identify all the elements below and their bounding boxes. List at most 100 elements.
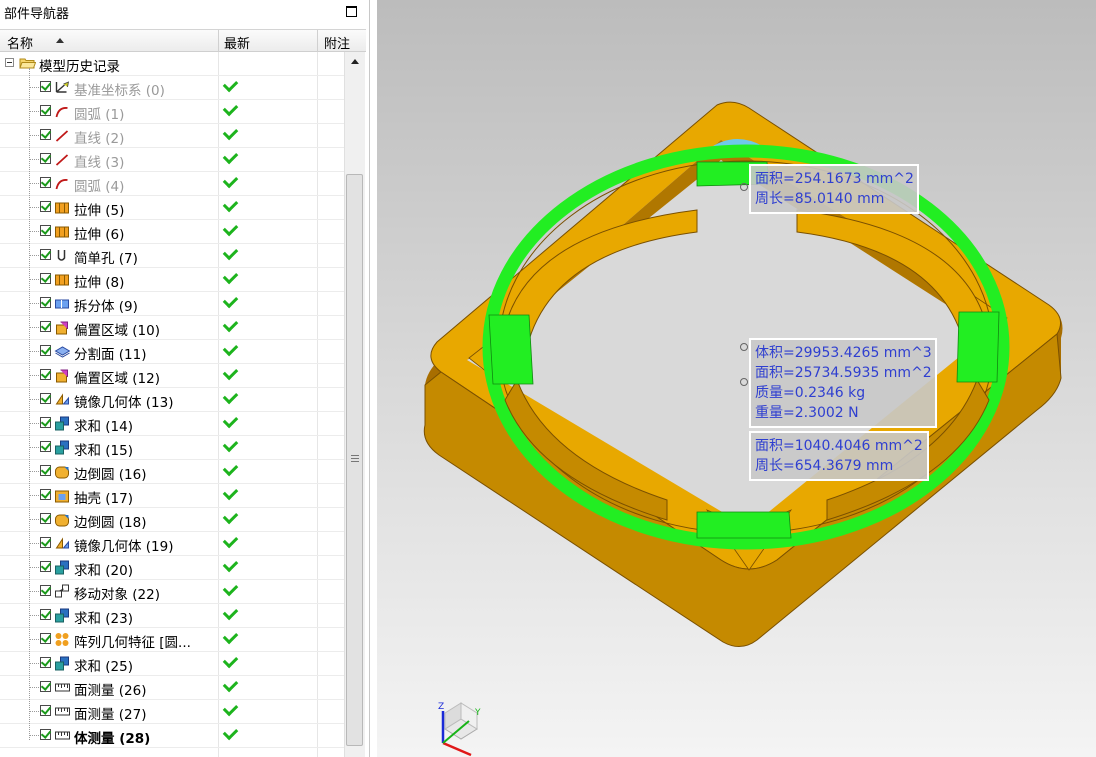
- tree-item[interactable]: 求和 (20): [0, 556, 344, 580]
- visibility-checkbox[interactable]: [40, 729, 51, 740]
- up-to-date-check-icon: [222, 556, 239, 573]
- tree-item-label: 镜像几何体 (13): [74, 395, 174, 411]
- tree-item-label: 拉伸 (5): [74, 203, 125, 219]
- column-name[interactable]: 名称: [7, 33, 33, 52]
- tree-item-label: 简单孔 (7): [74, 251, 138, 267]
- visibility-checkbox[interactable]: [40, 537, 51, 548]
- tree-item-label: 直线 (2): [74, 131, 125, 147]
- tree-item-label: 拆分体 (9): [74, 299, 138, 315]
- up-to-date-check-icon: [222, 316, 239, 333]
- visibility-checkbox[interactable]: [40, 177, 51, 188]
- up-to-date-check-icon: [222, 412, 239, 429]
- up-to-date-check-icon: [222, 148, 239, 165]
- divide-face-icon: [54, 346, 70, 358]
- visibility-checkbox[interactable]: [40, 609, 51, 620]
- visibility-checkbox[interactable]: [40, 393, 51, 404]
- tree-item[interactable]: 分割面 (11): [0, 340, 344, 364]
- tree-item[interactable]: 直线 (3): [0, 148, 344, 172]
- visibility-checkbox[interactable]: [40, 201, 51, 212]
- tree-item-label: 求和 (14): [74, 419, 134, 435]
- tree-item[interactable]: 拆分体 (9): [0, 292, 344, 316]
- part-model[interactable]: [377, 0, 1096, 757]
- navigator-title: 部件导航器: [4, 7, 70, 22]
- tree-item[interactable]: 求和 (15): [0, 436, 344, 460]
- edge-blend-icon: [55, 466, 69, 479]
- tree-item[interactable]: 圆弧 (1): [0, 100, 344, 124]
- tree-item[interactable]: 直线 (2): [0, 124, 344, 148]
- visibility-checkbox[interactable]: [40, 489, 51, 500]
- tree-item-label: 圆弧 (4): [74, 179, 125, 195]
- visibility-checkbox[interactable]: [40, 441, 51, 452]
- tree-item[interactable]: 面测量 (27): [0, 700, 344, 724]
- visibility-checkbox[interactable]: [40, 225, 51, 236]
- visibility-checkbox[interactable]: [40, 417, 51, 428]
- measure-origin-marker: [740, 183, 748, 191]
- face-measure-label[interactable]: 面积=1040.4046 mm^2 周长=654.3679 mm: [749, 431, 929, 481]
- graphics-viewport[interactable]: 面积=254.1673 mm^2 周长=85.0140 mm 体积=29953.…: [377, 0, 1096, 757]
- tree-item[interactable]: 抽壳 (17): [0, 484, 344, 508]
- up-to-date-check-icon: [222, 484, 239, 501]
- triad-z-label: Z: [438, 702, 444, 712]
- visibility-checkbox[interactable]: [40, 465, 51, 476]
- column-attach[interactable]: 附注: [324, 33, 350, 52]
- up-to-date-check-icon: [222, 532, 239, 549]
- tree-item[interactable]: 移动对象 (22): [0, 580, 344, 604]
- visibility-checkbox[interactable]: [40, 105, 51, 116]
- column-latest[interactable]: 最新: [224, 33, 250, 52]
- tree-root-model-history[interactable]: 模型历史记录: [0, 52, 344, 76]
- visibility-checkbox[interactable]: [40, 633, 51, 644]
- tree-item[interactable]: 圆弧 (4): [0, 172, 344, 196]
- measure-origin-marker: [740, 343, 748, 351]
- top-face-measure-label[interactable]: 面积=254.1673 mm^2 周长=85.0140 mm: [749, 164, 919, 214]
- up-to-date-check-icon: [222, 292, 239, 309]
- tree-item-label: 移动对象 (22): [74, 587, 161, 603]
- maximize-icon[interactable]: [346, 6, 357, 17]
- extrude-icon: [55, 274, 69, 286]
- tree-item[interactable]: 体测量 (28): [0, 724, 344, 748]
- visibility-checkbox[interactable]: [40, 681, 51, 692]
- up-to-date-check-icon: [222, 268, 239, 285]
- up-to-date-check-icon: [222, 340, 239, 357]
- body-measure-label[interactable]: 体积=29953.4265 mm^3 面积=25734.5935 mm^2 质量…: [749, 338, 937, 428]
- collapse-icon[interactable]: [5, 58, 14, 67]
- tree-item[interactable]: 偏置区域 (10): [0, 316, 344, 340]
- tree-item-label: 圆弧 (1): [74, 107, 125, 123]
- visibility-checkbox[interactable]: [40, 153, 51, 164]
- visibility-checkbox[interactable]: [40, 81, 51, 92]
- visibility-checkbox[interactable]: [40, 561, 51, 572]
- scroll-up-icon[interactable]: [351, 59, 359, 64]
- visibility-checkbox[interactable]: [40, 273, 51, 284]
- tree-item[interactable]: 面测量 (26): [0, 676, 344, 700]
- tree-item[interactable]: 偏置区域 (12): [0, 364, 344, 388]
- visibility-checkbox[interactable]: [40, 705, 51, 716]
- tree-item[interactable]: 求和 (23): [0, 604, 344, 628]
- visibility-checkbox[interactable]: [40, 129, 51, 140]
- tree-item[interactable]: 阵列几何特征 [圆...: [0, 628, 344, 652]
- tree-item[interactable]: 简单孔 (7): [0, 244, 344, 268]
- tree-item[interactable]: 拉伸 (6): [0, 220, 344, 244]
- sort-ascending-icon[interactable]: [56, 38, 64, 43]
- tree-item[interactable]: 拉伸 (8): [0, 268, 344, 292]
- tree-item[interactable]: 镜像几何体 (13): [0, 388, 344, 412]
- visibility-checkbox[interactable]: [40, 297, 51, 308]
- visibility-checkbox[interactable]: [40, 321, 51, 332]
- tree-scrollbar[interactable]: [344, 52, 365, 757]
- visibility-checkbox[interactable]: [40, 369, 51, 380]
- line-icon: [55, 154, 69, 166]
- visibility-checkbox[interactable]: [40, 249, 51, 260]
- scrollbar-thumb[interactable]: [346, 174, 363, 746]
- tree-item[interactable]: 求和 (25): [0, 652, 344, 676]
- visibility-checkbox[interactable]: [40, 513, 51, 524]
- tree-item[interactable]: 边倒圆 (18): [0, 508, 344, 532]
- tree-item[interactable]: 求和 (14): [0, 412, 344, 436]
- offset-region-icon: [56, 321, 68, 335]
- tree-item[interactable]: 拉伸 (5): [0, 196, 344, 220]
- tree-item[interactable]: 镜像几何体 (19): [0, 532, 344, 556]
- visibility-checkbox[interactable]: [40, 585, 51, 596]
- visibility-checkbox[interactable]: [40, 345, 51, 356]
- tree-item-label: 抽壳 (17): [74, 491, 134, 507]
- tree-item[interactable]: 边倒圆 (16): [0, 460, 344, 484]
- view-triad-icon[interactable]: Z Y: [435, 697, 495, 757]
- visibility-checkbox[interactable]: [40, 657, 51, 668]
- tree-item[interactable]: 基准坐标系 (0): [0, 76, 344, 100]
